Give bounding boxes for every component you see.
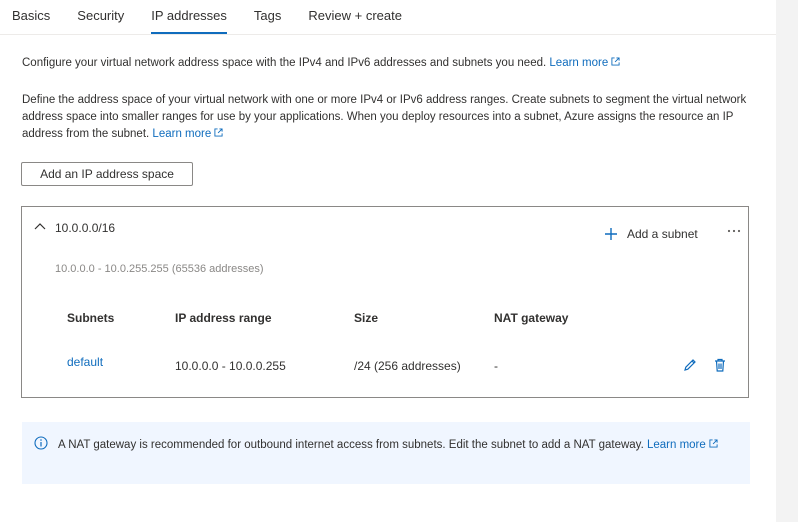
add-subnet-label: Add a subnet bbox=[627, 227, 698, 241]
subnet-size: /24 (256 addresses) bbox=[354, 359, 461, 373]
external-link-icon bbox=[709, 439, 718, 448]
add-ip-address-space-button[interactable]: Add an IP address space bbox=[21, 162, 193, 186]
intro-paragraph: Configure your virtual network address s… bbox=[22, 55, 762, 71]
description-learn-more-link[interactable]: Learn more bbox=[152, 128, 223, 140]
description-paragraph: Define the address space of your virtual… bbox=[22, 92, 752, 143]
info-text: A NAT gateway is recommended for outboun… bbox=[58, 439, 644, 451]
address-space-prefix: 10.0.0.0/16 bbox=[55, 221, 116, 235]
tab-ip-addresses[interactable]: IP addresses bbox=[151, 0, 227, 34]
column-header-ip-range: IP address range bbox=[175, 311, 272, 325]
tab-divider bbox=[0, 34, 776, 35]
nat-gateway-info-bar: A NAT gateway is recommended for outboun… bbox=[22, 422, 750, 484]
column-header-size: Size bbox=[354, 311, 379, 325]
more-options-icon[interactable] bbox=[726, 225, 742, 237]
subnet-ip-range: 10.0.0.0 - 10.0.0.255 bbox=[175, 359, 286, 373]
subnet-nat-gateway: - bbox=[494, 359, 498, 373]
add-subnet-button[interactable]: Add a subnet bbox=[604, 227, 698, 241]
description-text: Define the address space of your virtual… bbox=[22, 94, 747, 140]
delete-trash-icon[interactable] bbox=[712, 357, 728, 373]
tab-review-create[interactable]: Review + create bbox=[308, 0, 402, 32]
info-icon bbox=[34, 436, 48, 450]
tab-basics[interactable]: Basics bbox=[12, 0, 50, 32]
intro-text: Configure your virtual network address s… bbox=[22, 57, 547, 69]
chevron-up-icon[interactable] bbox=[34, 221, 46, 231]
info-learn-more-link[interactable]: Learn more bbox=[647, 439, 718, 451]
column-header-nat-gateway: NAT gateway bbox=[494, 311, 569, 325]
edit-pencil-icon[interactable] bbox=[682, 357, 698, 373]
address-space-card: 10.0.0.0/16 Add a subnet 10.0.0.0 - 10.0… bbox=[21, 206, 749, 398]
description-learn-more-label: Learn more bbox=[152, 128, 212, 140]
subnet-name-link[interactable]: default bbox=[67, 355, 103, 369]
info-message: A NAT gateway is recommended for outboun… bbox=[58, 436, 738, 454]
plus-icon bbox=[605, 228, 617, 240]
info-learn-more-label: Learn more bbox=[646, 439, 706, 451]
tab-security[interactable]: Security bbox=[77, 0, 124, 32]
column-header-subnets: Subnets bbox=[67, 311, 115, 325]
intro-learn-more-link[interactable]: Learn more bbox=[549, 57, 620, 69]
tab-bar: Basics Security IP addresses Tags Review… bbox=[12, 0, 429, 34]
intro-learn-more-label: Learn more bbox=[549, 57, 609, 69]
address-space-range: 10.0.0.0 - 10.0.255.255 (65536 addresses… bbox=[55, 263, 264, 275]
tab-tags[interactable]: Tags bbox=[254, 0, 281, 32]
external-link-icon bbox=[611, 57, 620, 66]
external-link-icon bbox=[214, 128, 223, 137]
side-panel-edge bbox=[776, 0, 798, 522]
